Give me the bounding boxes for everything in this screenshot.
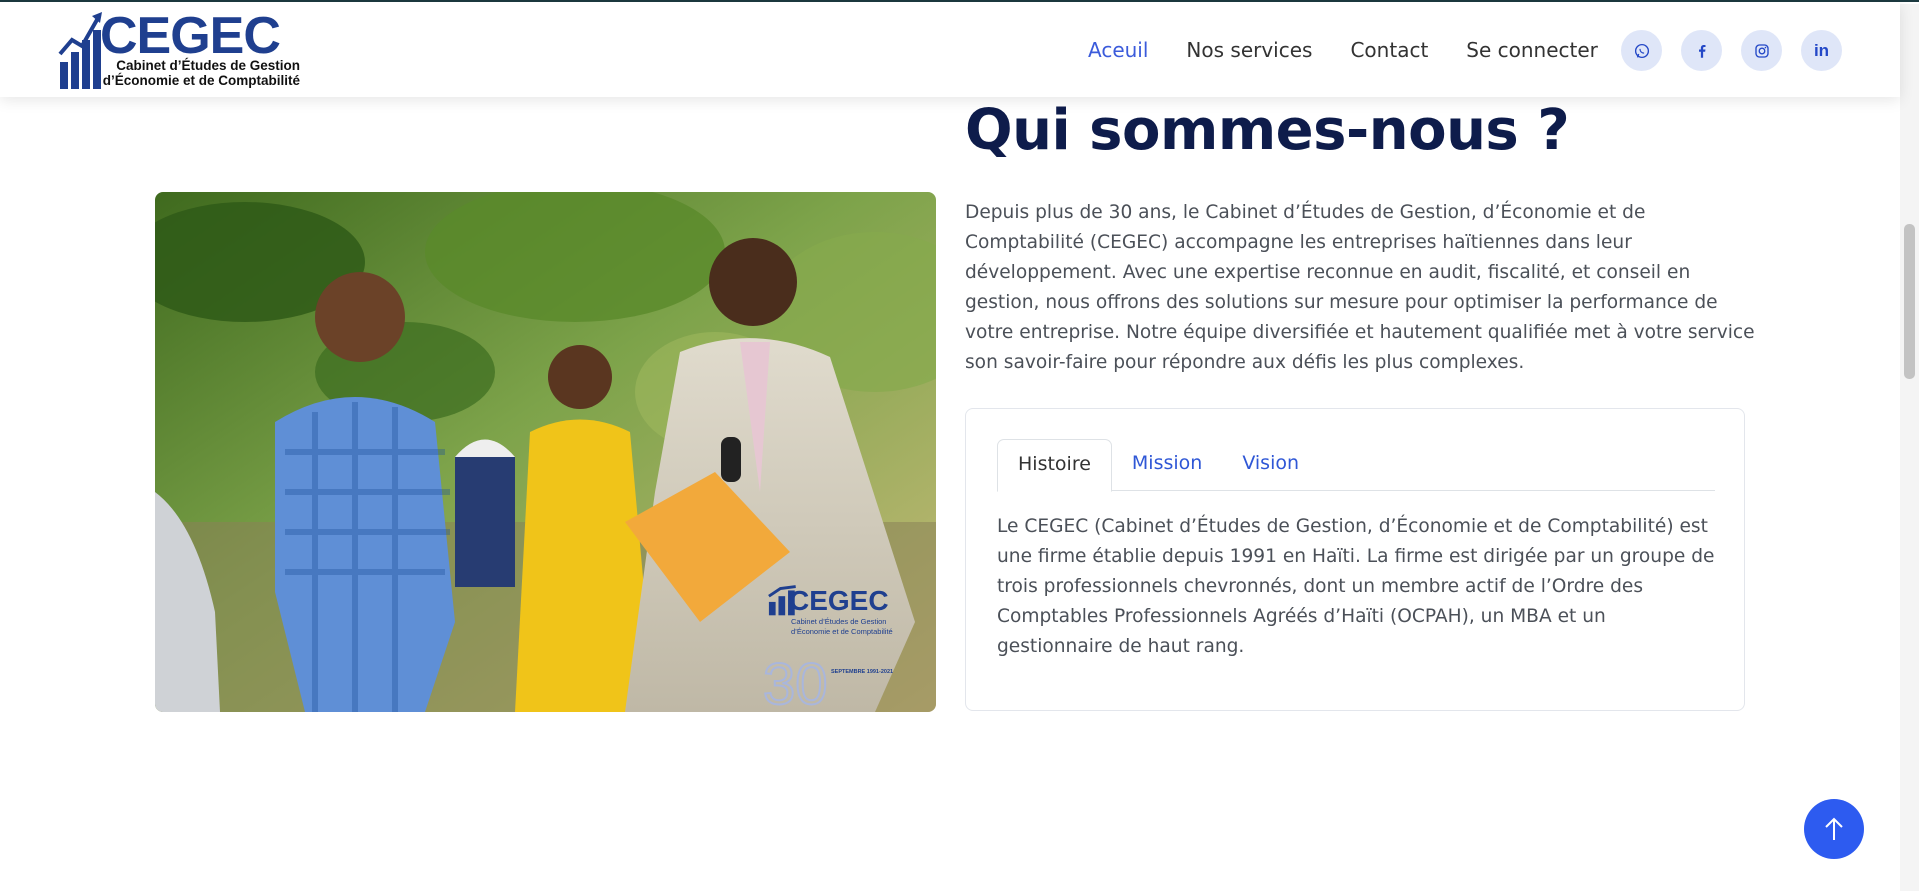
instagram-button[interactable] (1741, 30, 1782, 71)
logo-subtitle: Cabinet d’Études de Gestion d’Économie e… (102, 58, 300, 88)
anniversary-text: SEPTEMBRE 1991-2021 (831, 669, 893, 675)
watermark-sub2: d’Économie et de Comptabilité (791, 627, 893, 636)
back-to-top-button[interactable] (1804, 799, 1864, 859)
cegec-logo[interactable]: CEGEC Cabinet d’Études de Gestion d’Écon… (58, 10, 308, 90)
tabs-card: Histoire Mission Vision Le CEGEC (Cabine… (965, 408, 1745, 711)
tab-histoire[interactable]: Histoire (997, 439, 1112, 492)
scrollbar-thumb[interactable] (1904, 224, 1915, 379)
logo-chart-icon (58, 12, 102, 89)
arrow-up-icon (1825, 817, 1843, 840)
nav-nos-services[interactable]: Nos services (1186, 38, 1312, 62)
instagram-icon (1754, 43, 1769, 58)
site-header: CEGEC Cabinet d’Études de Gestion d’Écon… (0, 2, 1900, 97)
facebook-button[interactable] (1681, 30, 1722, 71)
whatsapp-icon (1634, 43, 1649, 58)
social-links: in (1621, 30, 1861, 71)
facebook-icon (1698, 44, 1706, 58)
main-nav: Aceuil Nos services Contact Se connecter (1088, 38, 1636, 62)
tab-list: Histoire Mission Vision (997, 439, 1715, 492)
anniversary-number: 30 (763, 652, 828, 712)
whatsapp-button[interactable] (1621, 30, 1662, 71)
watermark-sub1: Cabinet d’Études de Gestion (791, 617, 886, 626)
tab-content: Le CEGEC (Cabinet d’Études de Gestion, d… (997, 516, 1715, 657)
team-photo: CEGEC Cabinet d’Études de Gestion d’Écon… (155, 192, 936, 712)
page-scrollbar[interactable] (1900, 4, 1919, 891)
tab-mission[interactable]: Mission (1112, 439, 1222, 491)
nav-accueil[interactable]: Aceuil (1088, 38, 1148, 62)
logo-subtitle-line1: Cabinet d’Études de Gestion (116, 58, 300, 73)
nav-se-connecter[interactable]: Se connecter (1466, 38, 1598, 62)
nav-contact[interactable]: Contact (1350, 38, 1428, 62)
logo-subtitle-line2: d’Économie et de Comptabilité (102, 73, 300, 88)
logo-word: CEGEC (100, 7, 281, 65)
watermark-word: CEGEC (789, 585, 889, 616)
intro-paragraph: Depuis plus de 30 ans, le Cabinet d’Étud… (965, 202, 1755, 373)
tab-vision[interactable]: Vision (1222, 439, 1319, 491)
section-title: Qui sommes-nous ? (965, 98, 1570, 163)
linkedin-icon: in (1813, 40, 1830, 60)
linkedin-button[interactable]: in (1801, 30, 1842, 71)
